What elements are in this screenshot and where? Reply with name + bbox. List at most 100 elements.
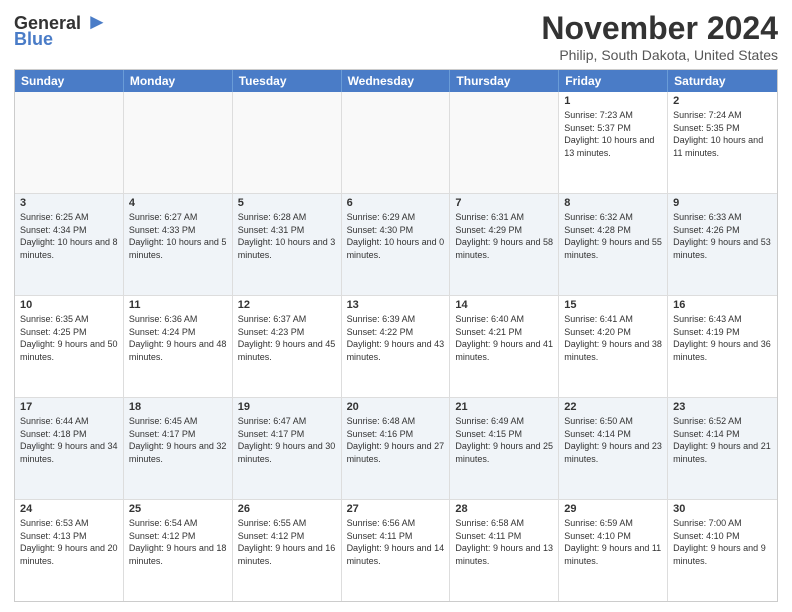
day-number: 15 [564, 299, 662, 311]
day-number: 19 [238, 401, 336, 413]
day-number: 5 [238, 197, 336, 209]
cell-info: Sunrise: 6:55 AMSunset: 4:12 PMDaylight:… [238, 517, 336, 567]
cal-cell-2-4: 14Sunrise: 6:40 AMSunset: 4:21 PMDayligh… [450, 296, 559, 397]
cell-info: Sunrise: 6:32 AMSunset: 4:28 PMDaylight:… [564, 211, 662, 261]
day-number: 14 [455, 299, 553, 311]
cell-info: Sunrise: 6:53 AMSunset: 4:13 PMDaylight:… [20, 517, 118, 567]
day-number: 26 [238, 503, 336, 515]
cell-info: Sunrise: 6:56 AMSunset: 4:11 PMDaylight:… [347, 517, 445, 567]
header-monday: Monday [124, 70, 233, 92]
cal-cell-3-4: 21Sunrise: 6:49 AMSunset: 4:15 PMDayligh… [450, 398, 559, 499]
day-number: 13 [347, 299, 445, 311]
cell-info: Sunrise: 6:33 AMSunset: 4:26 PMDaylight:… [673, 211, 772, 261]
day-number: 16 [673, 299, 772, 311]
cal-cell-2-0: 10 Sunrise: 6:35 AMSunset: 4:25 PMDayligh… [15, 296, 124, 397]
day-number: 30 [673, 503, 772, 515]
cal-cell-0-4 [450, 92, 559, 193]
cal-week-4: 24 Sunrise: 6:53 AMSunset: 4:13 PMDayligh… [15, 500, 777, 601]
cal-cell-2-3: 13 Sunrise: 6:39 AMSunset: 4:22 PMDayligh… [342, 296, 451, 397]
logo: General ► Blue [14, 10, 108, 50]
cell-info: Sunrise: 6:35 AMSunset: 4:25 PMDaylight:… [20, 313, 118, 363]
cell-info: Sunrise: 6:36 AMSunset: 4:24 PMDaylight:… [129, 313, 227, 363]
day-number: 29 [564, 503, 662, 515]
cal-cell-0-6: 2 Sunrise: 7:24 AMSunset: 5:35 PMDaylight… [668, 92, 777, 193]
day-number: 8 [564, 197, 662, 209]
cal-cell-1-2: 5 Sunrise: 6:28 AMSunset: 4:31 PMDaylight… [233, 194, 342, 295]
cal-cell-1-6: 9 Sunrise: 6:33 AMSunset: 4:26 PMDaylight… [668, 194, 777, 295]
day-number: 10 [20, 299, 118, 311]
cell-info: Sunrise: 7:23 AMSunset: 5:37 PMDaylight:… [564, 109, 662, 159]
day-number: 2 [673, 95, 772, 107]
cal-cell-3-2: 19 Sunrise: 6:47 AMSunset: 4:17 PMDayligh… [233, 398, 342, 499]
day-number: 6 [347, 197, 445, 209]
cal-cell-3-5: 22 Sunrise: 6:50 AMSunset: 4:14 PMDayligh… [559, 398, 668, 499]
cell-info: Sunrise: 6:59 AMSunset: 4:10 PMDaylight:… [564, 517, 662, 567]
cell-info: Sunrise: 6:41 AMSunset: 4:20 PMDaylight:… [564, 313, 662, 363]
cell-info: Sunrise: 6:52 AMSunset: 4:14 PMDaylight:… [673, 415, 772, 465]
cal-cell-4-5: 29 Sunrise: 6:59 AMSunset: 4:10 PMDayligh… [559, 500, 668, 601]
header-saturday: Saturday [668, 70, 777, 92]
cal-week-0: 1 Sunrise: 7:23 AMSunset: 5:37 PMDaylight… [15, 92, 777, 194]
cal-cell-3-1: 18 Sunrise: 6:45 AMSunset: 4:17 PMDayligh… [124, 398, 233, 499]
cal-cell-4-2: 26 Sunrise: 6:55 AMSunset: 4:12 PMDayligh… [233, 500, 342, 601]
page: General ► Blue November 2024 Philip, Sou… [0, 0, 792, 612]
title-area: November 2024 Philip, South Dakota, Unit… [541, 10, 778, 63]
day-number: 18 [129, 401, 227, 413]
cal-cell-3-3: 20 Sunrise: 6:48 AMSunset: 4:16 PMDayligh… [342, 398, 451, 499]
cal-cell-4-1: 25Sunrise: 6:54 AMSunset: 4:12 PMDayligh… [124, 500, 233, 601]
day-number: 22 [564, 401, 662, 413]
cal-cell-0-1 [124, 92, 233, 193]
cell-info: Sunrise: 6:29 AMSunset: 4:30 PMDaylight:… [347, 211, 445, 261]
cell-info: Sunrise: 6:43 AMSunset: 4:19 PMDaylight:… [673, 313, 772, 363]
cell-info: Sunrise: 6:44 AMSunset: 4:18 PMDaylight:… [20, 415, 118, 465]
cell-info: Sunrise: 6:27 AMSunset: 4:33 PMDaylight:… [129, 211, 227, 261]
cell-info: Sunrise: 6:50 AMSunset: 4:14 PMDaylight:… [564, 415, 662, 465]
cal-cell-1-1: 4Sunrise: 6:27 AMSunset: 4:33 PMDaylight… [124, 194, 233, 295]
cell-info: Sunrise: 7:00 AMSunset: 4:10 PMDaylight:… [673, 517, 772, 567]
cal-cell-4-3: 27 Sunrise: 6:56 AMSunset: 4:11 PMDayligh… [342, 500, 451, 601]
day-number: 7 [455, 197, 553, 209]
calendar: Sunday Monday Tuesday Wednesday Thursday… [14, 69, 778, 602]
cal-week-2: 10 Sunrise: 6:35 AMSunset: 4:25 PMDayligh… [15, 296, 777, 398]
cal-cell-3-6: 23 Sunrise: 6:52 AMSunset: 4:14 PMDayligh… [668, 398, 777, 499]
header-wednesday: Wednesday [342, 70, 451, 92]
header-tuesday: Tuesday [233, 70, 342, 92]
cell-info: Sunrise: 6:48 AMSunset: 4:16 PMDaylight:… [347, 415, 445, 465]
cal-week-3: 17 Sunrise: 6:44 AMSunset: 4:18 PMDayligh… [15, 398, 777, 500]
day-number: 25 [129, 503, 227, 515]
day-number: 17 [20, 401, 118, 413]
cal-cell-0-3 [342, 92, 451, 193]
cell-info: Sunrise: 6:45 AMSunset: 4:17 PMDaylight:… [129, 415, 227, 465]
cell-info: Sunrise: 6:25 AMSunset: 4:34 PMDaylight:… [20, 211, 118, 261]
header-friday: Friday [559, 70, 668, 92]
day-number: 9 [673, 197, 772, 209]
day-number: 3 [20, 197, 118, 209]
cell-info: Sunrise: 6:58 AMSunset: 4:11 PMDaylight:… [455, 517, 553, 567]
day-number: 21 [455, 401, 553, 413]
cell-info: Sunrise: 6:47 AMSunset: 4:17 PMDaylight:… [238, 415, 336, 465]
cal-cell-4-6: 30 Sunrise: 7:00 AMSunset: 4:10 PMDayligh… [668, 500, 777, 601]
calendar-header: Sunday Monday Tuesday Wednesday Thursday… [15, 70, 777, 92]
cal-cell-0-0 [15, 92, 124, 193]
cal-cell-2-2: 12 Sunrise: 6:37 AMSunset: 4:23 PMDayligh… [233, 296, 342, 397]
day-number: 23 [673, 401, 772, 413]
cal-cell-4-0: 24 Sunrise: 6:53 AMSunset: 4:13 PMDayligh… [15, 500, 124, 601]
day-number: 28 [455, 503, 553, 515]
cell-info: Sunrise: 6:39 AMSunset: 4:22 PMDaylight:… [347, 313, 445, 363]
day-number: 24 [20, 503, 118, 515]
day-number: 1 [564, 95, 662, 107]
day-number: 20 [347, 401, 445, 413]
header-sunday: Sunday [15, 70, 124, 92]
cell-info: Sunrise: 7:24 AMSunset: 5:35 PMDaylight:… [673, 109, 772, 159]
cell-info: Sunrise: 6:37 AMSunset: 4:23 PMDaylight:… [238, 313, 336, 363]
day-number: 12 [238, 299, 336, 311]
cell-info: Sunrise: 6:28 AMSunset: 4:31 PMDaylight:… [238, 211, 336, 261]
header: General ► Blue November 2024 Philip, Sou… [14, 10, 778, 63]
cal-cell-1-3: 6 Sunrise: 6:29 AMSunset: 4:30 PMDaylight… [342, 194, 451, 295]
cal-cell-1-5: 8 Sunrise: 6:32 AMSunset: 4:28 PMDaylight… [559, 194, 668, 295]
location: Philip, South Dakota, United States [541, 47, 778, 63]
cal-cell-1-0: 3 Sunrise: 6:25 AMSunset: 4:34 PMDaylight… [15, 194, 124, 295]
cal-cell-0-2 [233, 92, 342, 193]
calendar-body: 1 Sunrise: 7:23 AMSunset: 5:37 PMDaylight… [15, 92, 777, 601]
day-number: 27 [347, 503, 445, 515]
